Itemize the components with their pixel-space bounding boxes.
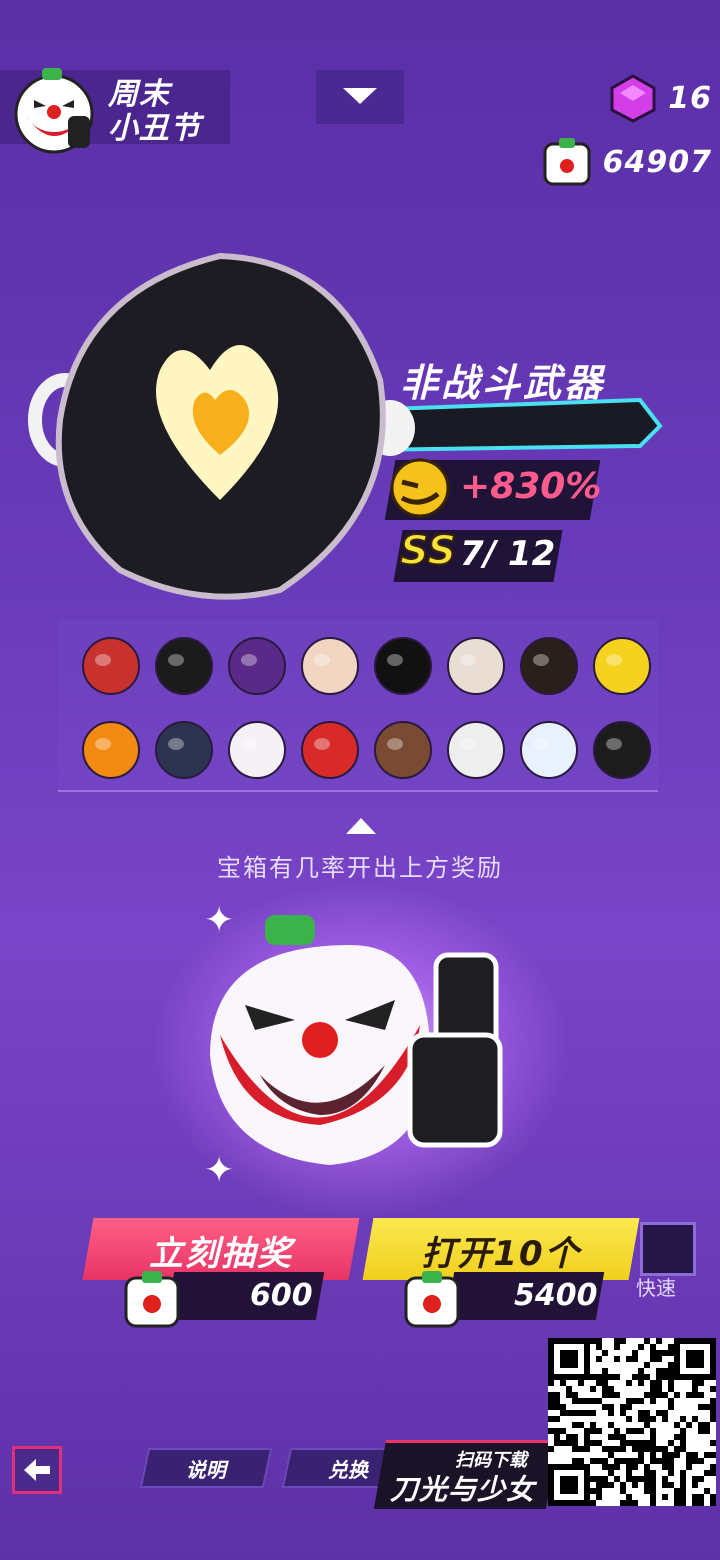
clown-chest-image[interactable] <box>200 905 520 1175</box>
event-dropdown-button[interactable] <box>316 70 404 124</box>
draw-cost: 600 <box>250 1278 313 1313</box>
reward-hint: 宝箱有几率开出上方奖励 <box>217 854 503 882</box>
knight-helmet-icon[interactable] <box>151 714 217 780</box>
weapon-image <box>20 250 670 610</box>
white-bunny-icon[interactable] <box>224 714 290 780</box>
rank-label: SS <box>399 527 457 575</box>
purple-mask-helmet-icon[interactable] <box>224 630 290 696</box>
ticket-count: 64907 <box>602 144 712 180</box>
chevron-down-icon <box>343 88 377 104</box>
quick-label: 快速 <box>636 1276 676 1300</box>
box-head-icon[interactable] <box>443 714 509 780</box>
reaper-hood-icon[interactable] <box>589 714 655 780</box>
clown-ticket-icon <box>124 1271 180 1328</box>
purple-gem-icon <box>610 74 656 123</box>
quick-checkbox[interactable] <box>640 1222 696 1276</box>
black-bunny-red-ears-icon[interactable] <box>370 630 436 696</box>
sparkle-icon: ✦ <box>204 1150 235 1191</box>
event-title-line2: 小丑节 <box>108 111 201 146</box>
clown-chest-icon <box>12 60 96 156</box>
white-ghost-icon[interactable] <box>516 714 582 780</box>
bear-head-icon[interactable] <box>370 714 436 780</box>
clown-ticket-icon <box>543 138 591 186</box>
help-button[interactable]: 说明 <box>139 1448 273 1488</box>
qr-code <box>548 1338 716 1506</box>
exchange-label: 兑换 <box>328 1457 368 1482</box>
clown-face-icon[interactable] <box>297 714 363 780</box>
back-arrow-icon <box>24 1459 50 1481</box>
open-ten-cost: 5400 <box>514 1278 598 1313</box>
yellow-block-head-icon[interactable] <box>589 630 655 696</box>
bonus-value: +830% <box>460 466 602 507</box>
ticket-counter[interactable]: 64907 <box>541 134 720 190</box>
event-title: 周末 小丑节 <box>108 78 201 146</box>
chevron-up-icon <box>346 818 376 834</box>
orange-visor-helmet-icon[interactable] <box>516 630 582 696</box>
nutcracker-hat-icon[interactable] <box>78 630 144 696</box>
rank-progress: 7/ 12 <box>460 534 556 574</box>
pumpkin-head-icon[interactable] <box>78 714 144 780</box>
yellow-face-icon <box>390 458 450 518</box>
event-title-line1: 周末 <box>108 77 170 112</box>
weapon-name: 非战斗武器 <box>400 361 606 405</box>
back-button[interactable] <box>12 1446 62 1494</box>
goat-skull-icon[interactable] <box>443 630 509 696</box>
blonde-hair-icon[interactable] <box>297 630 363 696</box>
gem-count: 16 <box>668 80 712 116</box>
download-brand-text: 刀光与少女 <box>390 1473 536 1506</box>
gem-counter[interactable]: 16 <box>608 70 720 126</box>
sparkle-icon: ✦ <box>204 900 235 941</box>
help-label: 说明 <box>186 1457 226 1482</box>
clown-ticket-icon <box>404 1271 460 1328</box>
black-hair-halo-icon[interactable] <box>151 630 217 696</box>
